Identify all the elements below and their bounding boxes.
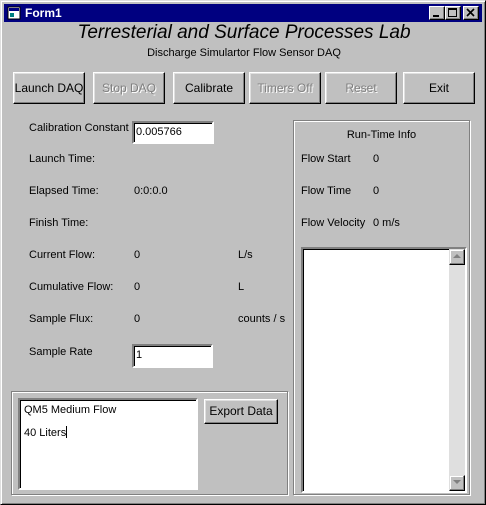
sample-flux-value: 0 (134, 313, 141, 325)
launch-daq-button[interactable]: Launch DAQ (13, 72, 85, 104)
reset-button[interactable]: Reset (325, 72, 397, 104)
minimize-icon (433, 15, 439, 17)
vertical-scrollbar[interactable] (449, 249, 465, 491)
sample-rate-label: Sample Rate (29, 346, 93, 358)
sample-rate-input[interactable]: 1 (132, 344, 213, 368)
notes-line-2: 40 Liters (24, 427, 67, 439)
current-flow-value: 0 (134, 249, 141, 261)
flow-time-value: 0 (373, 185, 380, 197)
flow-start-label: Flow Start (301, 153, 351, 165)
calibration-constant-input[interactable]: 0.005766 (132, 121, 214, 144)
current-flow-unit: L/s (238, 249, 253, 261)
close-icon (466, 8, 475, 17)
lab-title: Terresterial and Surface Processes Lab (77, 22, 411, 43)
notes-textbox[interactable]: QM5 Medium Flow 40 Liters (18, 398, 198, 490)
app-icon (7, 6, 21, 20)
finish-time-label: Finish Time: (29, 217, 89, 229)
text-caret (66, 426, 68, 438)
flow-start-value: 0 (373, 153, 380, 165)
arrow-down-icon (453, 480, 461, 484)
window-title: Form1 (25, 6, 62, 20)
cumulative-flow-value: 0 (134, 281, 141, 293)
notes-line-1: QM5 Medium Flow (24, 404, 117, 416)
runtime-title: Run-Time Info (346, 129, 417, 141)
timers-off-button[interactable]: Timers Off (249, 72, 321, 104)
flow-velocity-value: 0 m/s (373, 217, 400, 229)
close-button[interactable] (463, 6, 479, 20)
title-bar[interactable]: Form1 (4, 4, 482, 22)
cumulative-flow-label: Cumulative Flow: (29, 281, 114, 293)
minimize-button[interactable] (429, 6, 445, 20)
maximize-button[interactable] (445, 6, 461, 20)
elapsed-time-label: Elapsed Time: (29, 185, 99, 197)
lab-subtitle: Discharge Simulartor Flow Sensor DAQ (147, 47, 341, 59)
runtime-log[interactable] (301, 247, 467, 493)
calibrate-button[interactable]: Calibrate (173, 72, 245, 104)
elapsed-time-value: 0:0:0.0 (134, 185, 168, 197)
notes-line-2-wrap: 40 Liters (24, 426, 192, 439)
sample-flux-label: Sample Flux: (29, 313, 94, 325)
maximize-icon (448, 8, 457, 17)
flow-velocity-label: Flow Velocity (301, 217, 366, 229)
export-data-button[interactable]: Export Data (204, 399, 278, 424)
flow-time-label: Flow Time (301, 185, 352, 197)
scroll-up-button[interactable] (449, 249, 465, 265)
stop-daq-button[interactable]: Stop DAQ (93, 72, 165, 104)
calibration-constant-label: Calibration Constant (29, 122, 129, 134)
cumulative-flow-unit: L (238, 281, 245, 293)
main-window: Form1 Terresterial and Surface Processes… (0, 0, 486, 505)
sample-flux-unit: counts / s (238, 313, 286, 325)
exit-button[interactable]: Exit (403, 72, 475, 104)
scroll-down-button[interactable] (449, 475, 465, 491)
current-flow-label: Current Flow: (29, 249, 96, 261)
launch-time-label: Launch Time: (29, 153, 96, 165)
arrow-up-icon (453, 254, 461, 258)
